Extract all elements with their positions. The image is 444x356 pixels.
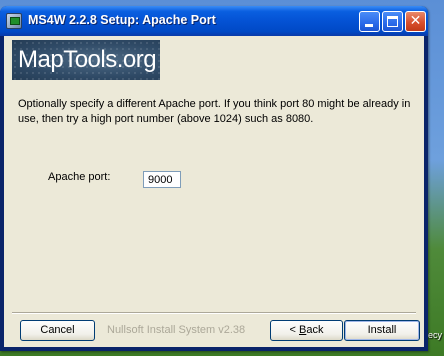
installer-body: MapTools.org Optionally specify a differ… xyxy=(4,36,424,347)
title-bar[interactable]: MS4W 2.2.8 Setup: Apache Port ✕ xyxy=(0,6,428,36)
install-button[interactable]: Install xyxy=(344,320,420,341)
page-description: Optionally specify a different Apache po… xyxy=(18,98,411,125)
minimize-icon xyxy=(365,24,373,27)
minimize-button[interactable] xyxy=(359,11,380,32)
logo-text: MapTools.org xyxy=(18,46,157,73)
back-button[interactable]: < Back xyxy=(270,320,343,341)
close-button[interactable]: ✕ xyxy=(405,11,426,32)
back-button-prefix: < xyxy=(289,324,299,336)
maximize-button[interactable] xyxy=(382,11,403,32)
apache-port-input[interactable] xyxy=(143,171,181,188)
back-button-label: ack xyxy=(306,324,324,336)
footer-divider xyxy=(12,312,416,314)
nsis-branding: Nullsoft Install System v2.38 xyxy=(107,324,246,336)
installer-window: MS4W 2.2.8 Setup: Apache Port ✕ MapTools… xyxy=(0,6,428,351)
maximize-icon xyxy=(387,16,398,27)
installer-app-icon xyxy=(6,13,22,29)
cancel-button[interactable]: Cancel xyxy=(20,320,95,341)
window-title: MS4W 2.2.8 Setup: Apache Port xyxy=(28,13,216,27)
maptools-logo: MapTools.org xyxy=(12,40,160,80)
close-icon: ✕ xyxy=(409,13,422,29)
apache-port-label: Apache port: xyxy=(48,171,111,183)
